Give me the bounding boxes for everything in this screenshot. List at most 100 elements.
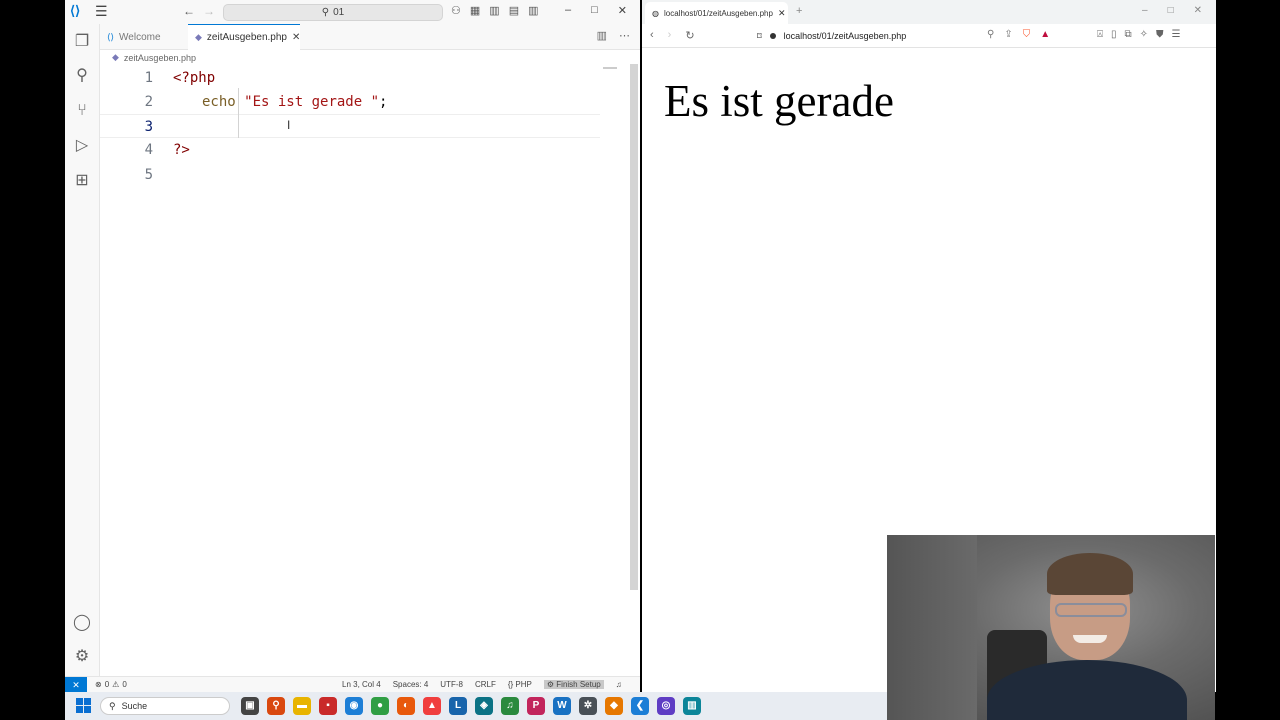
tab-zeitausgeben[interactable]: ◆ zeitAusgeben.php ✕ [188,24,300,50]
back-arrow-icon[interactable]: ← [183,4,203,18]
browser-tab-title: localhost/01/zeitAusgeben.php [663,8,773,18]
activity-bar: ❐ ⚲ ⑂ ▷ ⊞ ◯ ⚙ [65,24,100,676]
chrome-icon[interactable]: ● [371,697,389,715]
browser-tab[interactable]: ◍ localhost/01/zeitAusgeben.php ✕ [645,2,788,24]
back-icon[interactable]: ‹ [650,29,654,42]
more-actions-icon[interactable]: ⋯ [619,29,630,42]
taskview-icon[interactable]: ▣ [241,697,259,715]
minimap[interactable] [603,67,617,69]
folder-icon[interactable]: ▬ [293,697,311,715]
account-icon[interactable]: ◯ [72,613,92,633]
encoding[interactable]: UTF-8 [440,680,463,689]
edge-icon[interactable]: ◉ [345,697,363,715]
browser-toolbar: ‹ › ↻ ⌑ localhost/01/zeitAusgeben.php ⚲ … [642,24,1216,48]
app-red-icon[interactable]: ▪ [319,697,337,715]
brave-rewards-icon[interactable]: ▲ [1040,29,1050,40]
layout-icon[interactable]: ▦ [470,4,480,17]
app-teal-icon[interactable]: ▥ [683,697,701,715]
brave-icon[interactable]: ▲ [423,697,441,715]
forward-arrow-icon[interactable]: → [203,4,223,18]
toggle-secondary-sidebar-icon[interactable]: ▥ [528,4,538,17]
share-icon[interactable]: ⇪ [1004,29,1012,40]
problems-indicator[interactable]: ⊗ 0 ⚠ 0 [95,680,127,689]
obs-icon[interactable]: ◎ [657,697,675,715]
minimize-icon[interactable]: – [565,4,571,17]
network-icon[interactable]: ✲ [579,697,597,715]
site-info-icon[interactable] [769,33,776,39]
webcam-person-hair [1047,553,1133,595]
language-mode[interactable]: {} PHP [508,680,532,689]
app-orange-icon[interactable]: ◆ [605,697,623,715]
sidebar-icon[interactable]: ▯ [1111,29,1117,40]
taskbar-search-placeholder: Suche [121,701,148,711]
app-l-icon[interactable]: L [449,697,467,715]
command-center-search[interactable]: ⚲ 01 [223,4,443,21]
remote-indicator-icon[interactable]: ✕ [65,677,87,692]
spotify-icon[interactable]: ♫ [501,697,519,715]
forward-icon[interactable]: › [668,29,672,42]
translate-icon[interactable]: ⍓ [1097,29,1103,40]
page-output-text: Es ist gerade [664,76,894,126]
gear-icon: ⚙ [546,680,555,689]
vpn-icon[interactable]: ⛊ [1156,29,1164,40]
minimize-icon[interactable]: – [1142,5,1148,16]
vscode-logo-icon: ⟨⟩ [70,3,81,18]
run-debug-icon[interactable]: ▷ [72,136,92,156]
maximize-icon[interactable]: □ [591,4,598,17]
breadcrumb-file[interactable]: zeitAusgeben.php [124,53,196,63]
word-icon[interactable]: W [553,697,571,715]
warning-count: 0 [122,680,127,689]
close-icon[interactable]: ✕ [1194,5,1202,16]
finish-setup-button[interactable]: ⚙ Finish Setup [543,680,604,689]
command-center-text: 01 [333,7,345,18]
notifications-bell-icon[interactable]: ♫ [616,680,622,689]
toggle-panel-icon[interactable]: ▤ [509,4,519,17]
bookmark-icon[interactable]: ⌑ [757,31,762,42]
code-line: 4 ?> [100,138,600,162]
search-icon: ⚲ [321,7,330,18]
tab-label: zeitAusgeben.php [206,32,287,43]
browser-menu-icon[interactable]: ☰ [1172,29,1181,40]
code-string: "Es ist gerade " [244,94,380,110]
cursor-position[interactable]: Ln 3, Col 4 [342,680,381,689]
menu-hamburger-icon[interactable]: ☰ [95,3,108,20]
new-tab-icon[interactable]: + [796,5,802,17]
vscode-icon[interactable]: ❮ [631,697,649,715]
pdf-icon[interactable]: P [527,697,545,715]
language-label: PHP [515,680,532,689]
firefox-icon[interactable]: ◐ [397,697,415,715]
explorer-icon[interactable]: ❐ [72,32,92,52]
editor-scrollbar[interactable] [630,64,638,590]
nav-arrows: ←→ [183,4,223,18]
brave-shield-icon[interactable]: ⛉ [1023,29,1031,40]
extensions-icon[interactable]: ⧉ [1125,29,1132,40]
search-icon[interactable]: ⚲ [72,66,92,86]
toggle-sidebar-icon[interactable]: ▥ [489,4,499,17]
search-tool-icon[interactable]: ⚲ [267,697,285,715]
settings-gear-icon[interactable]: ⚙ [72,647,92,667]
source-control-icon[interactable]: ⑂ [72,101,92,121]
tab-welcome[interactable]: ⟨⟩ Welcome [100,24,188,50]
windows-start-icon[interactable] [76,698,91,713]
warning-icon: ⚠ [112,680,120,689]
taskbar-search[interactable]: ⚲ Suche [100,697,230,715]
error-count: 0 [104,680,110,689]
maximize-icon[interactable]: □ [1168,5,1174,16]
indentation[interactable]: Spaces: 4 [393,680,429,689]
tab-close-icon[interactable]: ✕ [292,32,300,43]
zoom-icon[interactable]: ⚲ [987,29,994,40]
leo-ai-icon[interactable]: ✧ [1140,29,1148,40]
app-blue-icon[interactable]: ◈ [475,697,493,715]
indent-guide [238,88,239,138]
close-icon[interactable]: ✕ [618,4,627,17]
screen: ⟨⟩ ☰ ←→ ⚲ 01 ⚇ ▦ ▥ ▤ ▥ – □ ✕ ❐ ⚲ ⑂ ▷ ⊞ ◯… [0,0,1280,720]
copilot-icon[interactable]: ⚇ [451,4,461,17]
webcam-glasses [1055,603,1127,617]
php-file-icon: ◆ [112,52,119,62]
end-of-line[interactable]: CRLF [475,680,496,689]
code-editor[interactable]: 1 <?php 2 echo "Es ist gerade "; 3 4 ?> … [100,64,630,674]
extensions-icon[interactable]: ⊞ [72,171,92,191]
reload-icon[interactable]: ↻ [685,29,694,42]
tab-close-icon[interactable]: ✕ [778,8,786,19]
split-editor-icon[interactable]: ▥ [597,29,607,42]
